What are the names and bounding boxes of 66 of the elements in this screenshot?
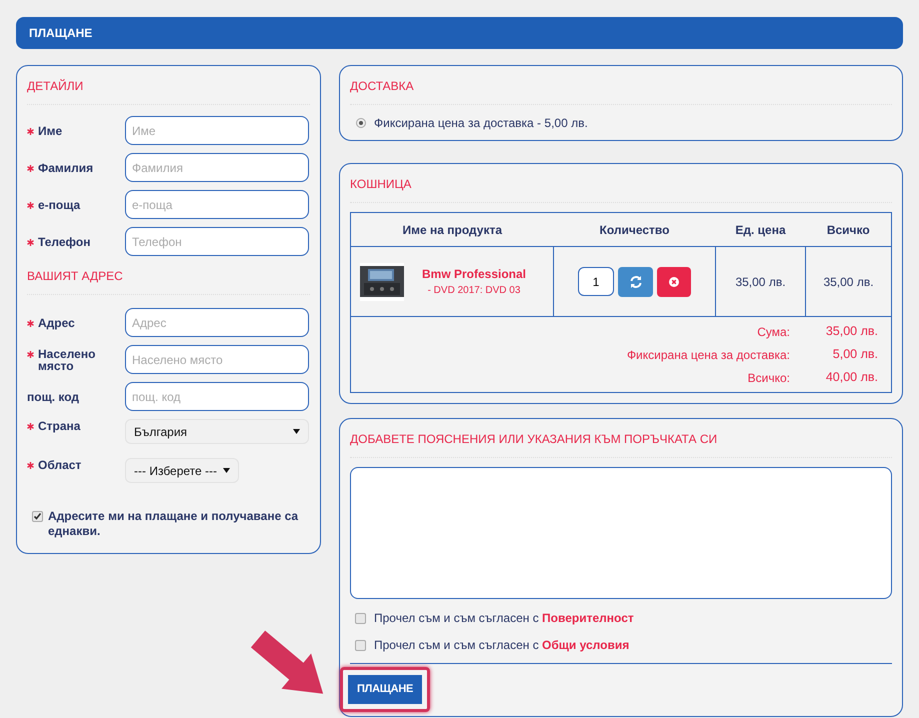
checkbox[interactable] <box>32 511 43 522</box>
field-label: пощ. код <box>27 391 80 403</box>
input-field[interactable]: Населено място <box>125 345 309 374</box>
caret-icon <box>223 468 230 473</box>
field-label: Фамилия <box>38 162 94 174</box>
checkbox[interactable] <box>355 640 366 650</box>
checkbox-label: Адресите ми на плащане и получаване са еднакви. <box>48 509 300 539</box>
caret-icon <box>293 429 300 434</box>
required-asterisk-icon <box>27 165 34 172</box>
column-header: Всичко <box>826 222 870 236</box>
input-field[interactable]: е-поща <box>125 190 309 219</box>
select-field[interactable]: --- Изберете --- <box>125 458 239 483</box>
product-name-link[interactable]: Bmw Professional <box>422 265 526 283</box>
required-asterisk-icon <box>27 320 34 327</box>
required-asterisk-icon <box>27 202 34 209</box>
field-label: Област <box>38 459 82 471</box>
section-title: ДОБАВЕТЕ ПОЯСНЕНИЯ ИЛИ УКАЗАНИЯ КЪМ ПОРЪЧКАТА СИ <box>350 432 718 446</box>
remove-button[interactable] <box>657 266 691 296</box>
summary-label: Всичко: <box>748 370 790 386</box>
field-label: Страна <box>38 420 80 432</box>
section-title: ДЕТАЙЛИ <box>27 79 84 93</box>
section-title: ВАШИЯТ АДРЕС <box>27 269 123 283</box>
input-field[interactable]: Име <box>125 116 309 145</box>
input-field[interactable]: Телефон <box>125 227 309 256</box>
product-option: - DVD 2017: DVD 03 <box>428 283 520 298</box>
delivery-option-label: Фиксирана цена за доставка - 5,00 лв. <box>374 115 588 132</box>
section-title: КОШНИЦА <box>350 177 412 191</box>
agreement-text: Прочел съм и съм съгласен с Поверителност <box>374 610 634 627</box>
required-asterisk-icon <box>27 423 34 430</box>
summary-value: 40,00 лв. <box>824 369 879 386</box>
quantity-field[interactable]: 1 <box>578 267 614 296</box>
field-label: Адрес <box>38 317 75 329</box>
column-header: Ед. цена <box>735 222 786 236</box>
section-title: ДОСТАВКА <box>350 79 414 93</box>
required-asterisk-icon <box>27 128 34 135</box>
unit-price: 35,00 лв. <box>735 274 786 288</box>
radio-button[interactable] <box>356 118 366 128</box>
summary-value: 35,00 лв. <box>824 323 879 340</box>
refresh-icon <box>628 274 642 288</box>
agreement-text: Прочел съм и съм съгласен с Общи условия <box>374 637 630 654</box>
summary-label: Сума: <box>757 324 790 340</box>
field-label: Име <box>38 125 62 137</box>
checkbox[interactable] <box>355 612 366 624</box>
field-label: е-поща <box>38 199 80 211</box>
input-field[interactable]: Адрес <box>125 308 309 337</box>
line-total: 35,00 лв. <box>823 274 874 288</box>
required-asterisk-icon <box>27 239 34 246</box>
page-title: ПЛАЩАНЕ <box>29 25 92 42</box>
notes-field[interactable] <box>350 467 892 599</box>
agreement-link[interactable]: Поверителност <box>542 611 634 625</box>
required-asterisk-icon <box>27 351 34 358</box>
close-icon <box>669 276 679 286</box>
arrow-icon <box>250 630 324 695</box>
column-header: Количество <box>600 222 670 236</box>
required-asterisk-icon <box>27 462 34 469</box>
input-field[interactable]: пощ. код <box>125 382 309 411</box>
select-field[interactable]: България <box>125 419 309 444</box>
input-field[interactable]: Фамилия <box>125 153 309 182</box>
column-header: Име на продукта <box>402 222 502 236</box>
field-label: Населено място <box>38 348 96 372</box>
agreement-link[interactable]: Общи условия <box>542 638 630 652</box>
summary-label: Фиксирана цена за доставка: <box>626 346 790 364</box>
checkout-button[interactable]: ПЛАЩАНЕ <box>348 675 422 704</box>
field-label: Телефон <box>38 236 90 248</box>
update-button[interactable] <box>618 266 653 296</box>
summary-value: 5,00 лв. <box>832 346 879 364</box>
